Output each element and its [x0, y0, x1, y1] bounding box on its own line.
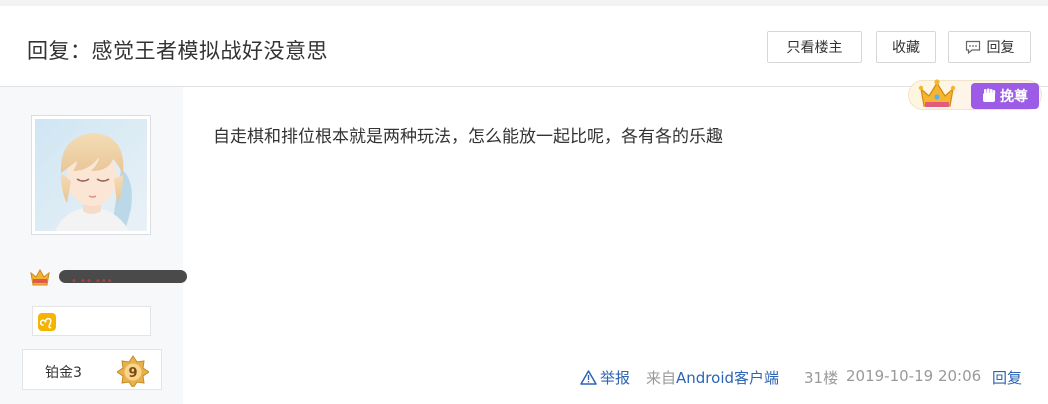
favorite-button[interactable]: 收藏	[876, 31, 936, 63]
only-op-button[interactable]: 只看楼主	[767, 31, 862, 63]
warning-icon	[580, 370, 597, 385]
vip-tag[interactable]: 挽尊	[900, 76, 1048, 116]
vip-label: 挽尊	[971, 83, 1039, 109]
page-title: 回复：感觉王者模拟战好没意思	[27, 39, 328, 63]
level-name: 铂金3	[45, 365, 82, 381]
member-crown-icon	[30, 268, 50, 286]
report-link[interactable]: 举报	[580, 367, 630, 388]
post-page: 回复：感觉王者模拟战好没意思 只看楼主 收藏 回复 • •• ••• 铂金3 9…	[0, 0, 1048, 404]
zodiac-sign-box	[32, 306, 151, 336]
vip-label-text: 挽尊	[1000, 89, 1028, 105]
floor-reply-link[interactable]: 回复	[992, 367, 1022, 388]
reply-button-label: 回复	[986, 40, 1015, 56]
post-time: 2019-10-19 20:06	[846, 367, 982, 385]
reply-button[interactable]: 回复	[948, 31, 1031, 63]
level-number: 9	[128, 366, 137, 381]
leo-zodiac-icon	[38, 313, 56, 331]
fist-icon	[983, 88, 996, 102]
level-badge-icon: 9	[117, 355, 149, 387]
level-box[interactable]: 铂金3 9	[22, 349, 162, 390]
post-header: 回复：感觉王者模拟战好没意思 只看楼主 收藏 回复	[0, 6, 1048, 86]
android-client-link[interactable]: Android客户端	[676, 369, 779, 387]
floor-number: 31楼	[804, 369, 839, 387]
avatar-image	[35, 119, 147, 231]
post-content: 自走棋和排位根本就是两种玩法，怎么能放一起比呢，各有各的乐趣	[213, 127, 723, 147]
comment-icon	[965, 40, 980, 54]
crown-icon	[918, 79, 956, 107]
avatar[interactable]	[31, 115, 151, 235]
author-sidebar: • •• ••• 铂金3 9	[0, 87, 187, 404]
post-source: 来自Android客户端	[646, 367, 779, 388]
source-prefix: 来自	[646, 369, 677, 387]
username-text: • •• •••	[71, 276, 113, 287]
report-label: 举报	[600, 369, 631, 387]
username-row[interactable]: • •• •••	[29, 266, 187, 288]
